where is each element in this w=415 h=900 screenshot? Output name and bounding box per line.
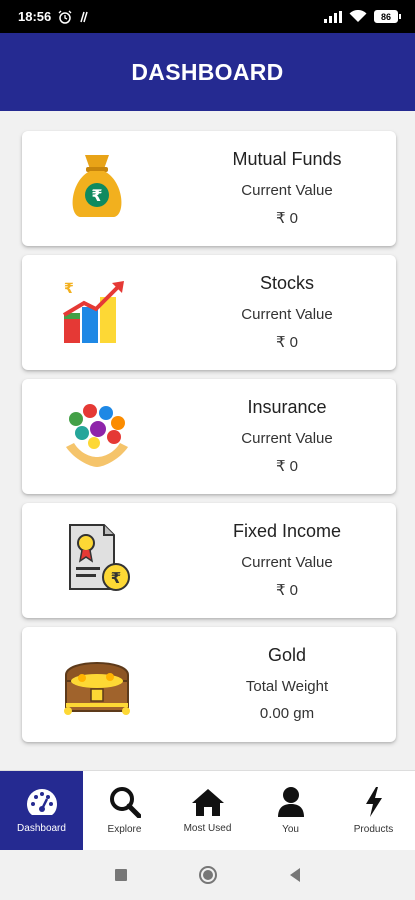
back-icon[interactable]	[288, 867, 302, 883]
status-bar: 18:56 86	[0, 0, 415, 33]
bottom-nav: Dashboard Explore Most Used You Products	[0, 770, 415, 850]
card-value: ₹ 0	[275, 210, 299, 227]
card-title: Gold	[267, 645, 307, 665]
status-time: 18:56	[18, 9, 52, 24]
nav-products[interactable]: Products	[332, 771, 415, 850]
system-nav	[0, 850, 415, 900]
speedometer-icon	[26, 789, 57, 815]
card-title: Fixed Income	[232, 521, 342, 541]
nav-explore[interactable]: Explore	[83, 771, 166, 850]
card-subtitle: Current Value	[241, 430, 333, 447]
card-value: ₹ 0	[275, 582, 299, 599]
card-stocks[interactable]: ₹ Stocks Current Value ₹ 0	[22, 255, 396, 370]
recents-icon[interactable]	[114, 868, 128, 882]
card-gold[interactable]: Gold Total Weight 0.00 gm	[22, 627, 396, 742]
battery-level: 86	[380, 11, 391, 22]
card-subtitle: Total Weight	[245, 678, 329, 695]
svg-text:₹: ₹	[64, 281, 74, 297]
app-header: DASHBOARD	[0, 33, 415, 111]
card-value: ₹ 0	[275, 458, 299, 475]
card-insurance[interactable]: Insurance Current Value ₹ 0	[22, 379, 396, 494]
card-text: Mutual Funds Current Value ₹ 0	[178, 131, 396, 246]
card-value: 0.00 gm	[259, 705, 315, 722]
card-text: Insurance Current Value ₹ 0	[178, 379, 396, 494]
home-circle-icon[interactable]	[198, 865, 218, 885]
nav-you[interactable]: You	[249, 771, 332, 850]
nav-most-used[interactable]: Most Used	[166, 771, 249, 850]
insurance-hands-icon	[66, 404, 128, 467]
nav-label: You	[282, 824, 299, 835]
svg-text:₹: ₹	[111, 569, 121, 587]
card-subtitle: Current Value	[241, 554, 333, 571]
card-text: Fixed Income Current Value ₹ 0	[178, 503, 396, 618]
user-icon	[277, 787, 304, 817]
card-fixed-income[interactable]: ₹ Fixed Income Current Value ₹ 0	[22, 503, 396, 618]
nav-label: Dashboard	[17, 823, 66, 834]
signal-icon	[324, 10, 342, 23]
battery-icon: 86	[374, 10, 401, 23]
card-text: Stocks Current Value ₹ 0	[178, 255, 396, 370]
home-icon	[191, 789, 224, 816]
card-text: Gold Total Weight 0.00 gm	[178, 627, 396, 742]
card-title: Stocks	[259, 273, 315, 293]
nav-label: Products	[353, 824, 394, 835]
card-title: Insurance	[247, 397, 327, 417]
nav-label: Most Used	[183, 823, 232, 834]
svg-text:₹: ₹	[91, 186, 102, 205]
card-subtitle: Current Value	[241, 182, 333, 199]
card-title: Mutual Funds	[232, 149, 342, 169]
data-saver-icon	[80, 11, 88, 22]
wifi-icon	[349, 10, 367, 22]
alarm-icon	[58, 10, 72, 24]
nav-dashboard[interactable]: Dashboard	[0, 771, 83, 850]
card-mutual-funds[interactable]: ₹ Mutual Funds Current Value ₹ 0	[22, 131, 396, 246]
card-value: ₹ 0	[275, 334, 299, 351]
search-icon	[109, 787, 141, 818]
lightning-icon	[365, 787, 382, 817]
money-bag-icon: ₹	[72, 155, 122, 217]
nav-label: Explore	[107, 824, 142, 835]
page-title: DASHBOARD	[131, 58, 284, 85]
card-subtitle: Current Value	[241, 306, 333, 323]
bar-chart-growth-icon: ₹	[62, 281, 124, 343]
certificate-rupee-icon: ₹	[69, 524, 130, 591]
treasure-chest-icon	[64, 662, 130, 715]
